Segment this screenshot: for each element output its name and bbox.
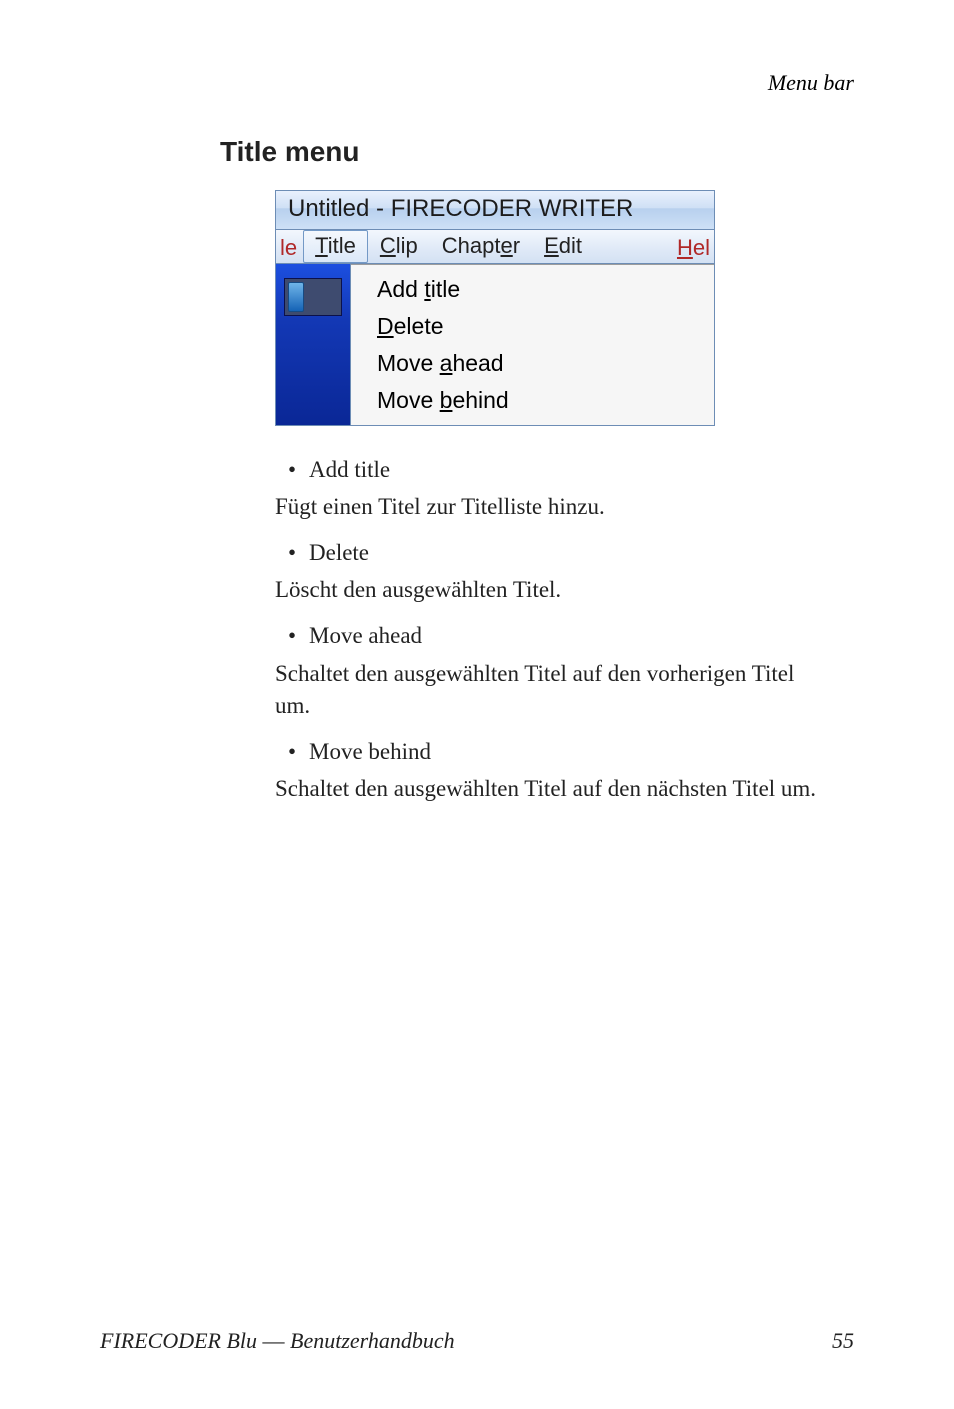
- bullet-dot-icon: •: [275, 620, 309, 651]
- menuitem-move-behind-pre: Move: [377, 387, 440, 413]
- menu-edit[interactable]: Edit: [532, 230, 594, 263]
- bullet-move-behind: • Move behind: [275, 736, 834, 767]
- menu-clip-rest: lip: [396, 233, 418, 258]
- content-block: Untitled - FIRECODER WRITER le Title Cli…: [275, 190, 834, 805]
- bullet-dot-icon: •: [275, 454, 309, 485]
- menu-title[interactable]: Title: [303, 230, 368, 263]
- menu-edit-rest: dit: [559, 233, 582, 258]
- menubar: le Title Clip Chapter Edit Hel: [275, 230, 715, 264]
- bullet-dot-icon: •: [275, 537, 309, 568]
- thumbnail-playhead: [288, 282, 304, 312]
- bullet-move-behind-label: Move behind: [309, 736, 431, 767]
- para-delete: Löscht den ausgewählten Titel.: [275, 574, 834, 606]
- page-footer: FIRECODER Blu ― Benutzerhandbuch 55: [100, 1328, 854, 1354]
- menuitem-add-title[interactable]: Add title: [351, 271, 714, 308]
- title-dropdown-menu: Add title Delete Move ahead Move behind: [351, 264, 714, 425]
- menuitem-move-behind-post: ehind: [452, 387, 508, 413]
- menuitem-add-title-post: itle: [431, 276, 460, 302]
- bullet-move-ahead-label: Move ahead: [309, 620, 422, 651]
- para-add-title: Fügt einen Titel zur Titelliste hinzu.: [275, 491, 834, 523]
- menuitem-move-ahead-pre: Move: [377, 350, 440, 376]
- menuitem-move-ahead-post: head: [452, 350, 503, 376]
- bullet-delete-label: Delete: [309, 537, 369, 568]
- menu-title-rest: itle: [328, 233, 356, 258]
- menu-chapter-pre: Chapt: [442, 233, 501, 258]
- menu-chapter-post: r: [513, 233, 520, 258]
- menuitem-delete[interactable]: Delete: [351, 308, 714, 345]
- para-move-behind: Schaltet den ausgewählten Titel auf den …: [275, 773, 834, 805]
- bullet-delete: • Delete: [275, 537, 834, 568]
- screenshot-body: Add title Delete Move ahead Move behind: [275, 264, 715, 426]
- bullet-add-title: • Add title: [275, 454, 834, 485]
- para-move-ahead: Schaltet den ausgewählten Titel auf den …: [275, 658, 834, 722]
- sidebar-thumbnail: [284, 278, 342, 316]
- menuitem-move-ahead[interactable]: Move ahead: [351, 345, 714, 382]
- bullet-add-title-label: Add title: [309, 454, 390, 485]
- menu-items: Title Clip Chapter Edit: [303, 230, 594, 263]
- menuitem-move-behind[interactable]: Move behind: [351, 382, 714, 419]
- screenshot: Untitled - FIRECODER WRITER le Title Cli…: [275, 190, 715, 426]
- menu-clip[interactable]: Clip: [368, 230, 430, 263]
- running-head: Menu bar: [160, 70, 854, 96]
- bullet-move-ahead: • Move ahead: [275, 620, 834, 651]
- section-heading: Title menu: [220, 136, 854, 168]
- menuitem-add-title-pre: Add: [377, 276, 424, 302]
- cutoff-right-text: Hel: [673, 233, 714, 261]
- screenshot-sidebar: [276, 264, 351, 425]
- bullet-dot-icon: •: [275, 736, 309, 767]
- body-text: • Add title Fügt einen Titel zur Titelli…: [275, 454, 834, 805]
- menu-chapter[interactable]: Chapter: [430, 230, 532, 263]
- cutoff-left-text: le: [276, 233, 303, 261]
- cutoff-right-rest: el: [693, 235, 710, 260]
- footer-page-number: 55: [832, 1328, 854, 1354]
- menuitem-delete-rest: elete: [394, 313, 444, 339]
- page: Menu bar Title menu Untitled - FIRECODER…: [0, 0, 954, 1409]
- window-titlebar: Untitled - FIRECODER WRITER: [275, 190, 715, 230]
- footer-doc-title: FIRECODER Blu ― Benutzerhandbuch: [100, 1328, 455, 1354]
